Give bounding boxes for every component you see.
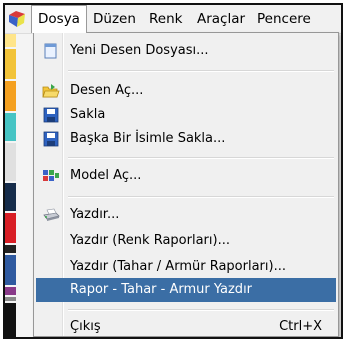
menu-item-label: Başka Bir İsimle Sakla... <box>70 131 226 146</box>
menu-item-label: Yeni Desen Dosyası... <box>70 43 209 58</box>
palette-swatch[interactable] <box>5 183 16 211</box>
palette-swatch[interactable] <box>5 143 16 181</box>
menu-renk[interactable]: Renk <box>143 5 188 33</box>
menu-duzen[interactable]: Düzen <box>87 5 142 33</box>
palette-swatch[interactable] <box>5 287 16 295</box>
menu-dosya[interactable]: Dosya <box>31 5 87 33</box>
menu-item-label: Rapor - Tahar - Armur Yazdır <box>70 282 253 297</box>
menu-item-print[interactable]: Yazdır... <box>36 203 336 227</box>
menu-separator <box>68 309 334 311</box>
palette-swatch[interactable] <box>5 33 16 47</box>
menu-item-print-tahar-reports[interactable]: Yazdır (Tahar / Armür Raporları)... <box>36 255 336 279</box>
menu-item-open-model[interactable]: Model Aç... <box>36 164 336 188</box>
menu-item-label: Yazdır (Renk Raporları)... <box>70 233 230 248</box>
menu-item-save-as[interactable]: Başka Bir İsimle Sakla... <box>36 127 336 151</box>
menu-item-label: Yazdır... <box>70 207 120 222</box>
palette-swatch[interactable] <box>5 255 16 285</box>
menu-item-label: Yazdır (Tahar / Armür Raporları)... <box>70 259 286 274</box>
open-folder-icon <box>42 84 60 98</box>
palette-swatch[interactable] <box>5 113 16 141</box>
menu-bar: Dosya Düzen Renk Araçlar Pencere <box>5 5 341 34</box>
menu-item-open-pattern[interactable]: Desen Aç... <box>36 79 336 103</box>
new-file-icon <box>44 43 57 59</box>
save-as-disk-icon <box>43 131 59 147</box>
menu-item-label: Desen Aç... <box>70 83 144 98</box>
menu-separator <box>68 196 334 198</box>
file-menu-dropdown: Yeni Desen Dosyası... Desen Aç... Sakla <box>33 32 339 337</box>
palette-swatch[interactable] <box>5 297 16 301</box>
menu-item-save[interactable]: Sakla <box>36 103 336 127</box>
menu-item-print-report-tahar-armur[interactable]: Rapor - Tahar - Armur Yazdır <box>36 278 336 302</box>
menu-araclar[interactable]: Araçlar <box>191 5 251 33</box>
palette-swatch[interactable] <box>5 213 16 243</box>
menu-item-shortcut: Ctrl+X <box>279 319 322 334</box>
app-window: Dosya Düzen Renk Araçlar Pencere Yeni De… <box>3 3 343 339</box>
menu-item-label: Model Aç... <box>70 168 142 183</box>
palette-swatch[interactable] <box>5 245 16 253</box>
palette-swatch[interactable] <box>5 49 16 79</box>
app-logo-icon <box>9 11 25 27</box>
menu-item-print-color-reports[interactable]: Yazdır (Renk Raporları)... <box>36 229 336 253</box>
model-icon <box>43 170 59 181</box>
save-disk-icon <box>43 107 59 123</box>
menu-item-new-pattern[interactable]: Yeni Desen Dosyası... <box>36 39 336 63</box>
menu-separator <box>68 70 334 72</box>
menu-item-label: Çıkış <box>70 319 101 334</box>
menu-item-label: Sakla <box>70 107 106 122</box>
menu-pencere[interactable]: Pencere <box>251 5 317 33</box>
palette-swatch[interactable] <box>5 81 16 111</box>
menu-item-exit[interactable]: Çıkış Ctrl+X <box>36 315 336 337</box>
menu-separator <box>68 157 334 159</box>
printer-icon <box>43 208 60 221</box>
palette-swatch[interactable] <box>5 303 16 337</box>
